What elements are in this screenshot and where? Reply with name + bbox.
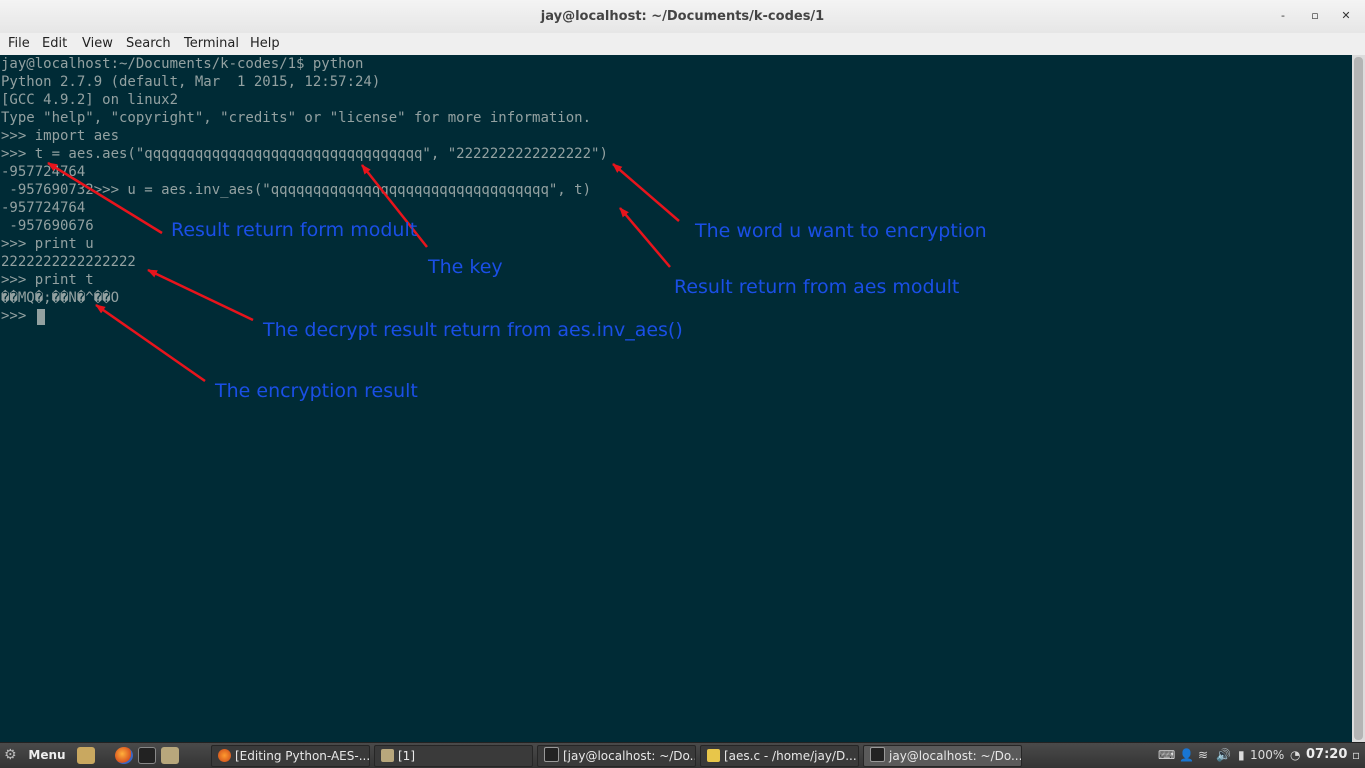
task-label: jay@localhost: ~/Do... — [889, 749, 1022, 763]
terminal-line: >>> t = aes.aes("qqqqqqqqqqqqqqqqqqqqqqq… — [1, 146, 608, 162]
terminal-line: 2222222222222222 — [1, 254, 136, 270]
file-manager-icon[interactable] — [161, 747, 179, 764]
terminal-line: >>> print u — [1, 236, 94, 252]
terminal-scrollbar[interactable] — [1352, 55, 1365, 742]
annotation-the-key: The key — [428, 256, 503, 278]
menu-help[interactable]: Help — [250, 36, 280, 51]
terminal-line: [GCC 4.9.2] on linux2 — [1, 92, 179, 108]
terminal-area[interactable]: jay@localhost:~/Documents/k-codes/1$ pyt… — [0, 55, 1352, 742]
menu-file[interactable]: File — [8, 36, 30, 51]
terminal-icon — [544, 747, 559, 762]
maximize-button[interactable]: ▫ — [1307, 8, 1323, 24]
terminal-line: Python 2.7.9 (default, Mar 1 2015, 12:57… — [1, 74, 381, 90]
keyboard-icon[interactable]: ⌨ — [1158, 748, 1175, 762]
minimize-button[interactable]: - — [1275, 8, 1291, 24]
terminal-line: >>> import aes — [1, 128, 120, 144]
task-label: [1] — [398, 749, 415, 763]
battery-percent: 100% — [1250, 748, 1285, 762]
volume-icon[interactable]: 🔊 — [1216, 748, 1231, 762]
close-button[interactable]: ✕ — [1338, 8, 1354, 24]
menu-gear-icon: ⚙ — [4, 747, 17, 763]
terminal-icon — [870, 747, 885, 762]
annotation-word-to-encrypt: The word u want to encryption — [695, 220, 987, 242]
annotation-encryption-result: The encryption result — [215, 380, 418, 402]
terminal-cursor — [37, 309, 45, 325]
taskbar-item-terminal-active[interactable]: jay@localhost: ~/Do... — [863, 745, 1022, 767]
taskbar-item-folder[interactable]: [1] — [374, 745, 533, 767]
terminal-line: -957724764 — [1, 164, 86, 180]
menu-view[interactable]: View — [82, 36, 113, 51]
terminal-line: -957690732>>> u = aes.inv_aes("qqqqqqqqq… — [1, 182, 592, 198]
start-menu-button[interactable]: ⚙ Menu — [4, 746, 66, 765]
annotation-result-aes-modult: Result return from aes modult — [674, 276, 960, 298]
show-desktop-icon[interactable]: ▫ — [1352, 748, 1360, 762]
window-title: jay@localhost: ~/Documents/k-codes/1 — [540, 9, 825, 24]
taskbar-item-editor[interactable]: [aes.c - /home/jay/D... — [700, 745, 859, 767]
terminal-line: Type "help", "copyright", "credits" or "… — [1, 110, 592, 126]
menu-bar: File Edit View Search Terminal Help — [0, 33, 1365, 56]
annotation-decrypt-result: The decrypt result return from aes.inv_a… — [263, 319, 683, 341]
scrollbar-thumb[interactable] — [1354, 57, 1363, 740]
terminal-launcher-icon[interactable] — [138, 747, 156, 764]
task-label: [jay@localhost: ~/Do... — [563, 749, 696, 763]
task-label: [Editing Python-AES-... — [235, 749, 370, 763]
terminal-line: -957690676 — [1, 218, 94, 234]
menu-search[interactable]: Search — [126, 36, 171, 51]
task-label: [aes.c - /home/jay/D... — [724, 749, 857, 763]
taskbar: ⚙ Menu [Editing Python-AES-... [1] [jay@… — [0, 742, 1365, 768]
user-icon[interactable]: 👤 — [1179, 748, 1194, 762]
terminal-line: jay@localhost:~/Documents/k-codes/1$ pyt… — [1, 56, 364, 72]
firefox-icon — [218, 749, 231, 762]
update-icon[interactable]: ◔ — [1290, 748, 1300, 762]
wifi-icon[interactable]: ≋ — [1198, 748, 1208, 762]
taskbar-item-terminal-1[interactable]: [jay@localhost: ~/Do... — [537, 745, 696, 767]
battery-icon[interactable]: ▮ — [1238, 748, 1245, 762]
text-editor-icon — [707, 749, 720, 762]
annotation-result-form-modult: Result return form modult — [171, 219, 418, 241]
clock[interactable]: 07:20 — [1306, 747, 1347, 762]
menu-label: Menu — [28, 748, 66, 762]
terminal-line: ��MQ�;��N�^��O — [1, 290, 120, 306]
terminal-line: >>> print t — [1, 272, 94, 288]
terminal-line: -957724764 — [1, 200, 86, 216]
screenshot-tool-icon[interactable] — [77, 747, 95, 764]
menu-edit[interactable]: Edit — [42, 36, 67, 51]
folder-icon — [381, 749, 394, 762]
firefox-icon[interactable] — [115, 747, 133, 764]
menu-terminal[interactable]: Terminal — [184, 36, 239, 51]
taskbar-item-browser[interactable]: [Editing Python-AES-... — [211, 745, 370, 767]
window-titlebar[interactable]: jay@localhost: ~/Documents/k-codes/1 - ▫… — [0, 0, 1365, 34]
terminal-prompt-line: >>> — [1, 308, 35, 324]
